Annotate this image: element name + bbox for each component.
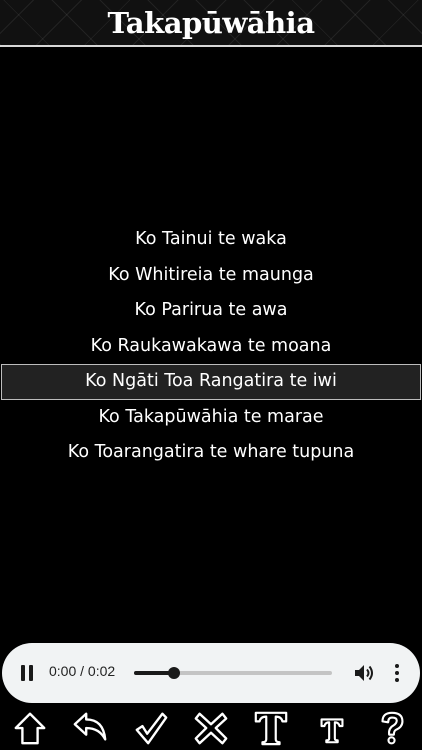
lyric-text: Ko Toarangatira te whare tupuna — [67, 442, 355, 462]
more-vertical-icon[interactable] — [392, 662, 402, 684]
page-title: Takapūwāhia — [107, 5, 316, 40]
bottom-toolbar — [0, 705, 422, 750]
audio-player: 0:00 / 0:02 — [2, 643, 420, 703]
lyric-line[interactable]: Ko Raukawakawa te moana — [0, 329, 422, 365]
lyrics-list: Ko Tainui te waka Ko Whitireia te maunga… — [0, 222, 422, 471]
progress-knob[interactable] — [167, 667, 180, 679]
progress-slider[interactable] — [134, 667, 332, 679]
text-small-icon[interactable] — [311, 707, 353, 749]
lyric-line[interactable]: Ko Toarangatira te whare tupuna — [0, 435, 422, 471]
cross-icon[interactable] — [190, 707, 232, 749]
lyric-text: Ko Parirua te awa — [134, 300, 288, 320]
volume-icon[interactable] — [353, 662, 377, 684]
lyric-text: Ko Takapūwāhia te marae — [98, 406, 324, 427]
app-header: Takapūwāhia — [0, 0, 422, 47]
lyric-line-active[interactable]: Ko Ngāti Toa Rangatira te iwi — [1, 364, 421, 400]
lyric-text: Ko Raukawakawa te moana — [90, 335, 332, 356]
time-display: 0:00 / 0:02 — [49, 663, 116, 679]
home-icon[interactable] — [9, 707, 51, 749]
lyric-line[interactable]: Ko Parirua te awa — [0, 293, 422, 329]
lyric-text: Ko Whitireia te maunga — [108, 264, 314, 285]
lyric-text: Ko Ngāti Toa Rangatira te iwi — [85, 371, 337, 391]
lyric-line[interactable]: Ko Tainui te waka — [0, 222, 422, 258]
back-icon[interactable] — [69, 707, 111, 749]
lyric-text: Ko Tainui te waka — [135, 229, 287, 249]
help-icon[interactable] — [371, 707, 413, 749]
check-icon[interactable] — [130, 707, 172, 749]
lyric-line[interactable]: Ko Whitireia te maunga — [0, 258, 422, 294]
lyric-line[interactable]: Ko Takapūwāhia te marae — [0, 400, 422, 436]
text-large-icon[interactable] — [250, 707, 292, 749]
pause-icon[interactable] — [20, 665, 34, 681]
